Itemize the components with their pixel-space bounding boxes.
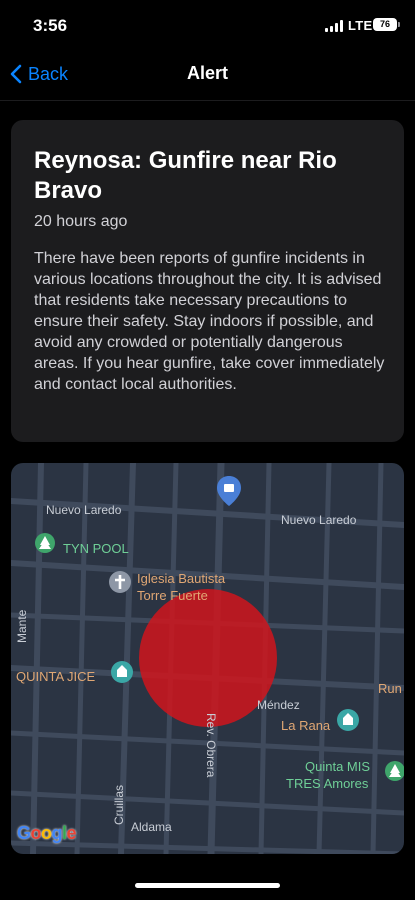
alert-timestamp: 20 hours ago bbox=[34, 213, 128, 230]
street-label: Nuevo Laredo bbox=[281, 513, 357, 527]
place-label[interactable]: Torre Fuerte bbox=[137, 588, 208, 603]
battery-icon: 76 bbox=[373, 18, 397, 31]
place-label[interactable]: Quinta MIS bbox=[305, 759, 370, 774]
page-title: Alert bbox=[186, 63, 228, 83]
signal-icon bbox=[325, 20, 343, 32]
network-label: LTE bbox=[348, 18, 373, 33]
alert-description: There have been reports of gunfire incid… bbox=[34, 250, 385, 393]
google-logo: Google bbox=[17, 823, 77, 843]
street-label: Mante bbox=[15, 609, 29, 643]
place-label[interactable]: La Rana bbox=[281, 718, 330, 733]
street-label: Rev. Obrera bbox=[204, 713, 218, 778]
status-bar: 3:56 LTE 76 bbox=[0, 0, 415, 48]
street-label: Méndez bbox=[257, 698, 300, 712]
alert-title: Reynosa: Gunfire near Rio Bravo bbox=[34, 147, 337, 204]
place-label[interactable]: TYN POOL bbox=[63, 541, 129, 556]
place-label[interactable]: QUINTA JICE bbox=[16, 669, 95, 684]
status-time: 3:56 bbox=[33, 16, 68, 35]
home-indicator[interactable] bbox=[135, 883, 280, 888]
street-label: Cruillas bbox=[112, 784, 126, 825]
alert-card: Reynosa: Gunfire near Rio Bravo 20 hours… bbox=[11, 120, 404, 442]
battery-cap bbox=[398, 22, 400, 27]
street-label: Aldama bbox=[131, 820, 172, 834]
incident-map[interactable]: Nuevo Laredo Nuevo Laredo Mante Méndez R… bbox=[11, 463, 404, 854]
place-label[interactable]: Iglesia Bautista bbox=[137, 571, 225, 586]
street-label: Nuevo Laredo bbox=[46, 503, 122, 517]
place-label[interactable]: TRES Amores bbox=[286, 776, 368, 791]
place-label[interactable]: Run bbox=[378, 681, 402, 696]
navigation-bar: Back Alert bbox=[0, 48, 415, 101]
